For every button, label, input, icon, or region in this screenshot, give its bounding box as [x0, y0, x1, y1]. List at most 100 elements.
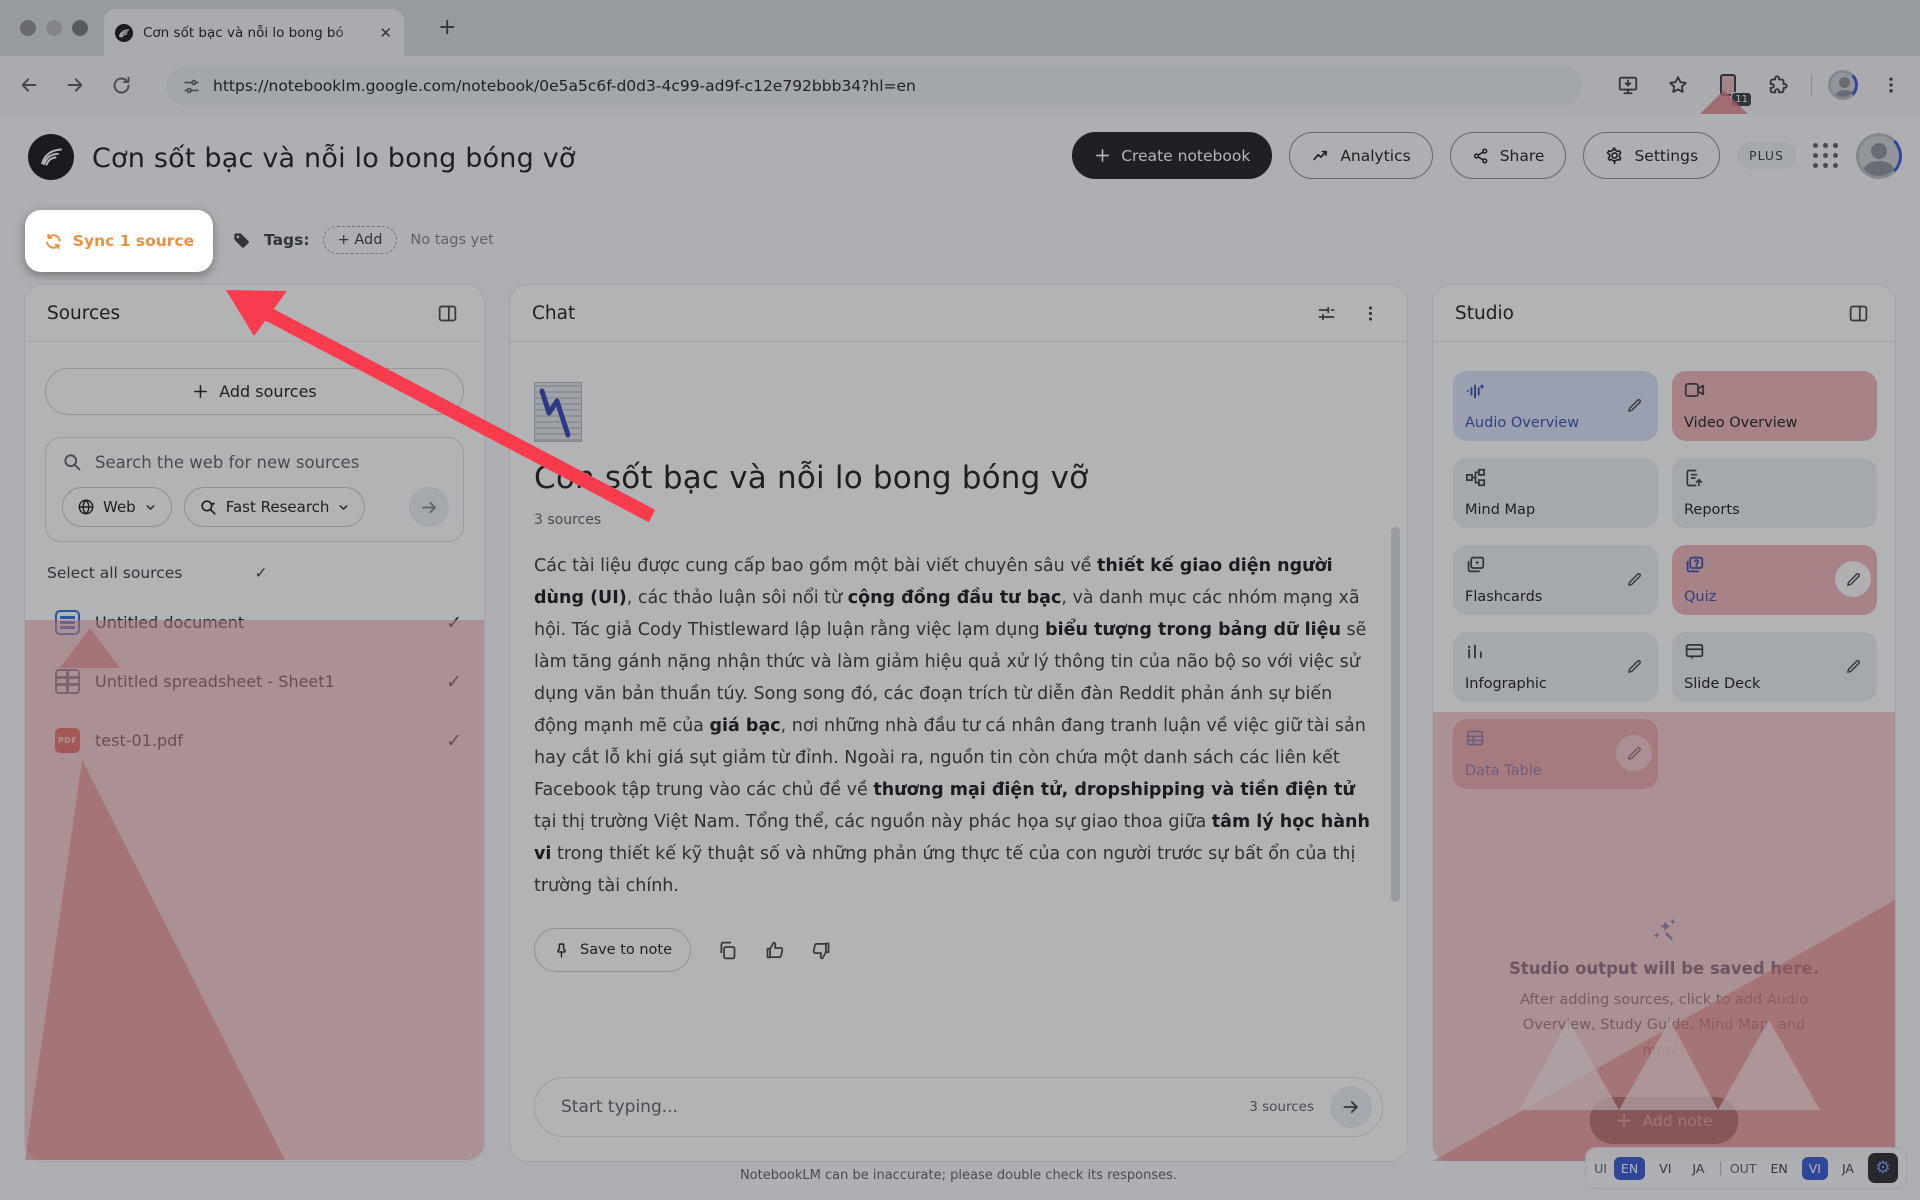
back-icon[interactable]: [12, 68, 46, 102]
ui-lang-en[interactable]: EN: [1614, 1157, 1645, 1180]
edit-pencil-icon[interactable]: [1835, 561, 1871, 597]
source-row-untitled-document[interactable]: Untitled document ✓: [25, 596, 484, 649]
account-avatar[interactable]: [1856, 133, 1902, 179]
edit-pencil-icon[interactable]: [1616, 387, 1652, 423]
window-close-button[interactable]: [20, 20, 36, 36]
create-notebook-button[interactable]: Create notebook: [1072, 132, 1272, 179]
new-tab-button[interactable]: +: [438, 18, 456, 38]
edit-pencil-icon[interactable]: [1616, 648, 1652, 684]
extensions-puzzle-icon[interactable]: [1761, 68, 1795, 102]
studio-tile-infographic[interactable]: Infographic: [1453, 632, 1658, 702]
no-tags-text: No tags yet: [410, 232, 493, 248]
studio-tile-mind-map[interactable]: Mind Map: [1453, 458, 1658, 528]
chat-scrollbar[interactable]: [1391, 527, 1400, 902]
add-sources-button[interactable]: Add sources: [45, 368, 464, 415]
chevron-down-icon: [337, 501, 350, 514]
studio-tile-flashcards[interactable]: Flashcards: [1453, 545, 1658, 615]
sync-icon: [44, 232, 63, 251]
notebooklm-logo-icon[interactable]: [28, 134, 74, 180]
analytics-button[interactable]: Analytics: [1289, 132, 1432, 179]
web-filter-dropdown[interactable]: Web: [62, 487, 172, 527]
out-group-label: OUT: [1730, 1161, 1757, 1176]
chat-settings-sliders-icon[interactable]: [1311, 298, 1341, 328]
notebook-title[interactable]: Cơn sốt bạc và nỗi lo bong bóng vỡ: [92, 143, 576, 174]
studio-tile-audio-overview[interactable]: Audio Overview: [1453, 371, 1658, 441]
bookmark-star-icon[interactable]: [1661, 68, 1695, 102]
browser-tab-strip: Cơn sốt bạc và nỗi lo bong bó ✕ +: [0, 0, 1920, 56]
source-checkbox[interactable]: ✓: [446, 612, 462, 634]
site-info-icon[interactable]: [182, 77, 201, 96]
chat-more-menu-icon[interactable]: [1355, 298, 1385, 328]
thumbs-down-icon[interactable]: [811, 940, 832, 961]
source-checkbox[interactable]: ✓: [446, 671, 462, 693]
select-all-sources-row[interactable]: Select all sources ✓: [47, 564, 462, 582]
studio-tile-slide-deck[interactable]: Slide Deck: [1672, 632, 1877, 702]
studio-tile-data-table[interactable]: Data Table: [1453, 719, 1658, 789]
research-mode-dropdown[interactable]: Fast Research: [184, 487, 366, 527]
edit-pencil-icon[interactable]: [1616, 561, 1652, 597]
ui-lang-ja[interactable]: JA: [1685, 1157, 1711, 1180]
url-text: https://notebooklm.google.com/notebook/0…: [213, 77, 916, 95]
tab-close-icon[interactable]: ✕: [377, 24, 394, 42]
note-title: Cơn sốt bạc và nỗi lo bong bóng vỡ: [534, 460, 1367, 496]
screen: Cơn sốt bạc và nỗi lo bong bó ✕ + https:…: [0, 0, 1920, 1200]
collapse-panel-icon[interactable]: [1843, 298, 1873, 328]
ui-lang-vi[interactable]: VI: [1652, 1157, 1678, 1180]
sources-panel-title: Sources: [47, 303, 432, 324]
chat-panel: Chat Cơn sốt bạc và nỗi lo bong bóng vỡ …: [509, 284, 1408, 1162]
search-web-input[interactable]: [95, 453, 449, 472]
reload-icon[interactable]: [104, 68, 138, 102]
translator-settings-gear-icon[interactable]: ⚙: [1868, 1153, 1898, 1183]
edit-pencil-icon[interactable]: [1616, 735, 1652, 771]
thumbs-up-icon[interactable]: [764, 940, 785, 961]
add-note-button[interactable]: Add note: [1590, 1097, 1739, 1144]
google-apps-grid-icon[interactable]: [1813, 143, 1839, 169]
out-lang-vi[interactable]: VI: [1802, 1157, 1828, 1180]
gear-icon: [1605, 146, 1624, 165]
browser-tab[interactable]: Cơn sốt bạc và nỗi lo bong bó ✕: [104, 9, 404, 56]
studio-tile-quiz[interactable]: Quiz: [1672, 545, 1877, 615]
send-message-icon[interactable]: [1330, 1086, 1372, 1128]
extension-pinned-icon[interactable]: 11: [1711, 68, 1745, 102]
forward-icon[interactable]: [58, 68, 92, 102]
video-camera-icon: [1684, 381, 1865, 399]
submit-search-icon[interactable]: [409, 487, 449, 527]
source-row-untitled-spreadsheet[interactable]: Untitled spreadsheet - Sheet1 ✓: [25, 655, 484, 708]
source-checkbox[interactable]: ✓: [446, 730, 462, 752]
notebooklm-header: Cơn sốt bạc và nỗi lo bong bóng vỡ Creat…: [0, 114, 1920, 202]
browser-menu-icon[interactable]: [1874, 68, 1908, 102]
save-to-note-button[interactable]: Save to note: [534, 928, 691, 972]
studio-tile-video-overview[interactable]: Video Overview: [1672, 371, 1877, 441]
out-lang-en[interactable]: EN: [1763, 1157, 1794, 1180]
select-all-checkbox[interactable]: ✓: [255, 564, 463, 582]
settings-button[interactable]: Settings: [1583, 132, 1720, 179]
sparkle-search-icon: [199, 498, 218, 517]
out-lang-ja[interactable]: JA: [1835, 1157, 1861, 1180]
extension-badge: 11: [1731, 92, 1752, 107]
sync-source-button[interactable]: Sync 1 source: [25, 210, 213, 272]
install-app-icon[interactable]: [1611, 68, 1645, 102]
browser-profile-avatar[interactable]: [1828, 70, 1858, 100]
url-bar[interactable]: https://notebooklm.google.com/notebook/0…: [166, 66, 1582, 106]
web-search-card: Web Fast Research: [45, 437, 464, 542]
window-minimize-button[interactable]: [46, 20, 62, 36]
chat-input[interactable]: [561, 1097, 1233, 1117]
studio-empty-state: Studio output will be saved here. After …: [1433, 915, 1895, 1064]
tab-favicon-notebooklm-icon: [114, 23, 134, 43]
share-button[interactable]: Share: [1450, 132, 1567, 179]
sources-panel: Sources Add sources Web: [24, 284, 485, 1162]
studio-panel-title: Studio: [1455, 303, 1843, 324]
pdf-icon: PDF: [55, 728, 80, 753]
edit-pencil-icon[interactable]: [1835, 648, 1871, 684]
source-row-pdf[interactable]: PDF test-01.pdf ✓: [25, 714, 484, 767]
note-summary-paragraph: Các tài liệu được cung cấp bao gồm một b…: [534, 550, 1370, 902]
add-tag-button[interactable]: + Add: [323, 226, 398, 254]
window-zoom-button[interactable]: [72, 20, 88, 36]
chat-input-sources-count: 3 sources: [1249, 1099, 1314, 1115]
analytics-trend-icon: [1311, 146, 1330, 165]
collapse-panel-icon[interactable]: [432, 298, 462, 328]
tags-row: Tags: + Add No tags yet: [0, 202, 1920, 278]
studio-empty-title: Studio output will be saved here.: [1433, 959, 1895, 978]
copy-icon[interactable]: [717, 940, 738, 961]
studio-tile-reports[interactable]: Reports: [1672, 458, 1877, 528]
